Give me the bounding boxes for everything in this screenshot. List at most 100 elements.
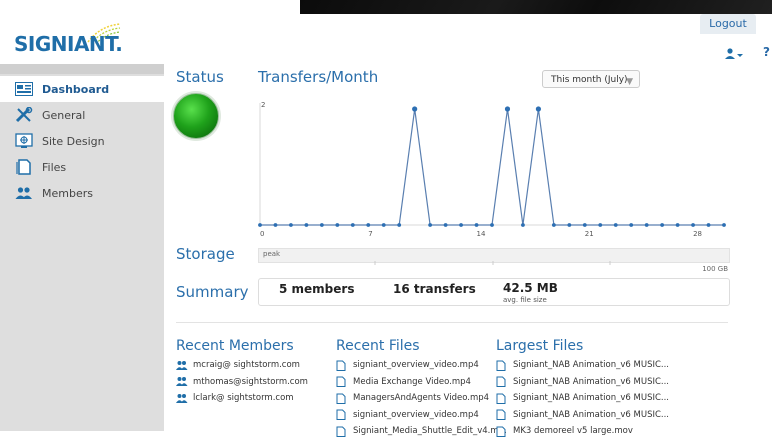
list-item[interactable]: Signiant_Media_Shuttle_Edit_v4.m...: [336, 423, 507, 440]
sidebar-item-label: Files: [42, 160, 67, 174]
sidebar-item-site-design[interactable]: Site Design: [0, 128, 164, 154]
data-point: [335, 223, 340, 227]
summary-avg-size: 42.5 MB: [503, 281, 558, 295]
data-point: [273, 223, 278, 227]
data-point: [660, 223, 665, 227]
x-tick-label: 7: [368, 230, 372, 238]
data-point: [289, 223, 293, 227]
summary-title: Summary: [176, 283, 249, 301]
list-item[interactable]: Signiant_NAB Animation_v6 MUSIC...: [496, 357, 669, 374]
list-item[interactable]: lclark@ sightstorm.com: [176, 390, 308, 407]
file-name: ManagersAndAgents Video.mp4: [353, 393, 490, 404]
list-item[interactable]: signiant_overview_video.mp4: [336, 407, 507, 424]
files-icon: [15, 159, 33, 175]
list-item[interactable]: Signiant_NAB Animation_v6 MUSIC...: [496, 374, 669, 391]
data-point: [675, 223, 680, 227]
summary-transfers: 16 transfers: [393, 282, 476, 296]
storage-ticks: [374, 261, 611, 265]
sidebar-item-members[interactable]: Members: [0, 180, 164, 206]
file-name: MK3 demoreel v5 large.mov: [513, 426, 633, 437]
data-point: [598, 223, 603, 227]
data-point: [613, 223, 618, 227]
member-icon: [176, 376, 188, 387]
data-point: [474, 223, 479, 227]
data-point: [644, 223, 649, 227]
data-point: [629, 223, 634, 227]
recent-members-title: Recent Members: [176, 338, 294, 354]
series-line: [260, 108, 724, 226]
member-icon: [176, 360, 188, 371]
list-item[interactable]: signiant_overview_video.mp4: [336, 357, 507, 374]
file-icon: [336, 376, 348, 388]
data-point: [258, 223, 262, 227]
list-item[interactable]: Signiant_NAB Animation_v6 MUSIC...: [496, 407, 669, 424]
member-icon: [176, 393, 188, 404]
y-tick-label: 2: [261, 101, 265, 109]
storage-peak-label: peak: [263, 250, 281, 258]
file-icon: [496, 393, 508, 404]
list-item[interactable]: MK3 demoreel v5 large.mov: [496, 423, 669, 440]
storage-title: Storage: [176, 245, 235, 263]
chevron-down-icon: ▼: [626, 77, 633, 87]
transfers-title: Transfers/Month: [258, 68, 379, 86]
period-select-value: This month (July): [551, 75, 628, 85]
file-icon: [496, 376, 508, 388]
sidebar-item-label: Site Design: [42, 134, 105, 148]
list-item[interactable]: Media Exchange Video.mp4: [336, 374, 507, 391]
logout-button[interactable]: Logout: [700, 14, 756, 34]
data-point: [551, 223, 556, 227]
file-name: Signiant_NAB Animation_v6 MUSIC...: [513, 409, 670, 420]
file-icon: [336, 409, 348, 421]
data-point: [504, 106, 511, 112]
data-point: [304, 223, 309, 227]
members-icon: [15, 185, 33, 201]
dashboard-icon: [15, 81, 33, 97]
sidebar-nav: Dashboard General Site Design Files Memb…: [0, 76, 164, 206]
period-select[interactable]: This month (July) ▼: [542, 70, 640, 88]
sidebar-item-files[interactable]: Files: [0, 154, 164, 180]
data-point: [428, 223, 433, 227]
data-point: [319, 223, 324, 227]
file-icon: [496, 426, 508, 437]
largest-files-title: Largest Files: [496, 338, 584, 354]
data-point: [567, 223, 572, 227]
data-point: [459, 223, 463, 227]
tools-icon: [15, 107, 33, 123]
status-indicator: [173, 93, 219, 139]
file-name: Signiant_NAB Animation_v6 MUSIC...: [513, 360, 670, 371]
status-title: Status: [176, 68, 224, 86]
file-name: Signiant_Media_Shuttle_Edit_v4.m...: [353, 426, 507, 437]
member-email: mthomas@sightstorm.com: [193, 376, 308, 387]
list-item[interactable]: ManagersAndAgents Video.mp4: [336, 390, 507, 407]
data-point: [722, 223, 726, 227]
help-icon[interactable]: ?: [763, 45, 770, 59]
site-design-icon: [15, 133, 33, 149]
section-divider: [176, 322, 728, 323]
file-name: Media Exchange Video.mp4: [353, 376, 471, 387]
data-point: [535, 106, 541, 112]
data-point: [381, 223, 386, 227]
file-icon: [336, 360, 348, 371]
list-item[interactable]: mcraig@ sightstorm.com: [176, 357, 308, 374]
data-point: [412, 106, 418, 112]
sidebar-item-label: Members: [42, 186, 93, 200]
recent-files-list: signiant_overview_video.mp4 Media Exchan…: [336, 357, 507, 440]
file-name: Signiant_NAB Animation_v6 MUSIC...: [513, 393, 670, 404]
sidebar-top-strip: [0, 64, 164, 74]
file-icon: [336, 393, 348, 404]
x-tick-label: 14: [477, 230, 486, 238]
file-name: signiant_overview_video.mp4: [353, 360, 479, 371]
list-item[interactable]: Signiant_NAB Animation_v6 MUSIC...: [496, 390, 669, 407]
file-name: Signiant_NAB Animation_v6 MUSIC...: [513, 376, 670, 387]
data-point: [706, 223, 711, 227]
sidebar-item-dashboard[interactable]: Dashboard: [0, 76, 164, 102]
sidebar-item-general[interactable]: General: [0, 102, 164, 128]
file-name: signiant_overview_video.mp4: [353, 409, 479, 420]
x-tick-label: 21: [585, 230, 594, 238]
user-menu-icon[interactable]: [724, 48, 744, 63]
signiant-logo[interactable]: SIGNIANT.: [14, 32, 123, 56]
summary-members: 5 members: [279, 282, 355, 296]
sidebar-item-label: Dashboard: [42, 82, 110, 96]
list-item[interactable]: mthomas@sightstorm.com: [176, 374, 308, 391]
recent-members-list: mcraig@ sightstorm.com mthomas@sightstor…: [176, 357, 308, 407]
